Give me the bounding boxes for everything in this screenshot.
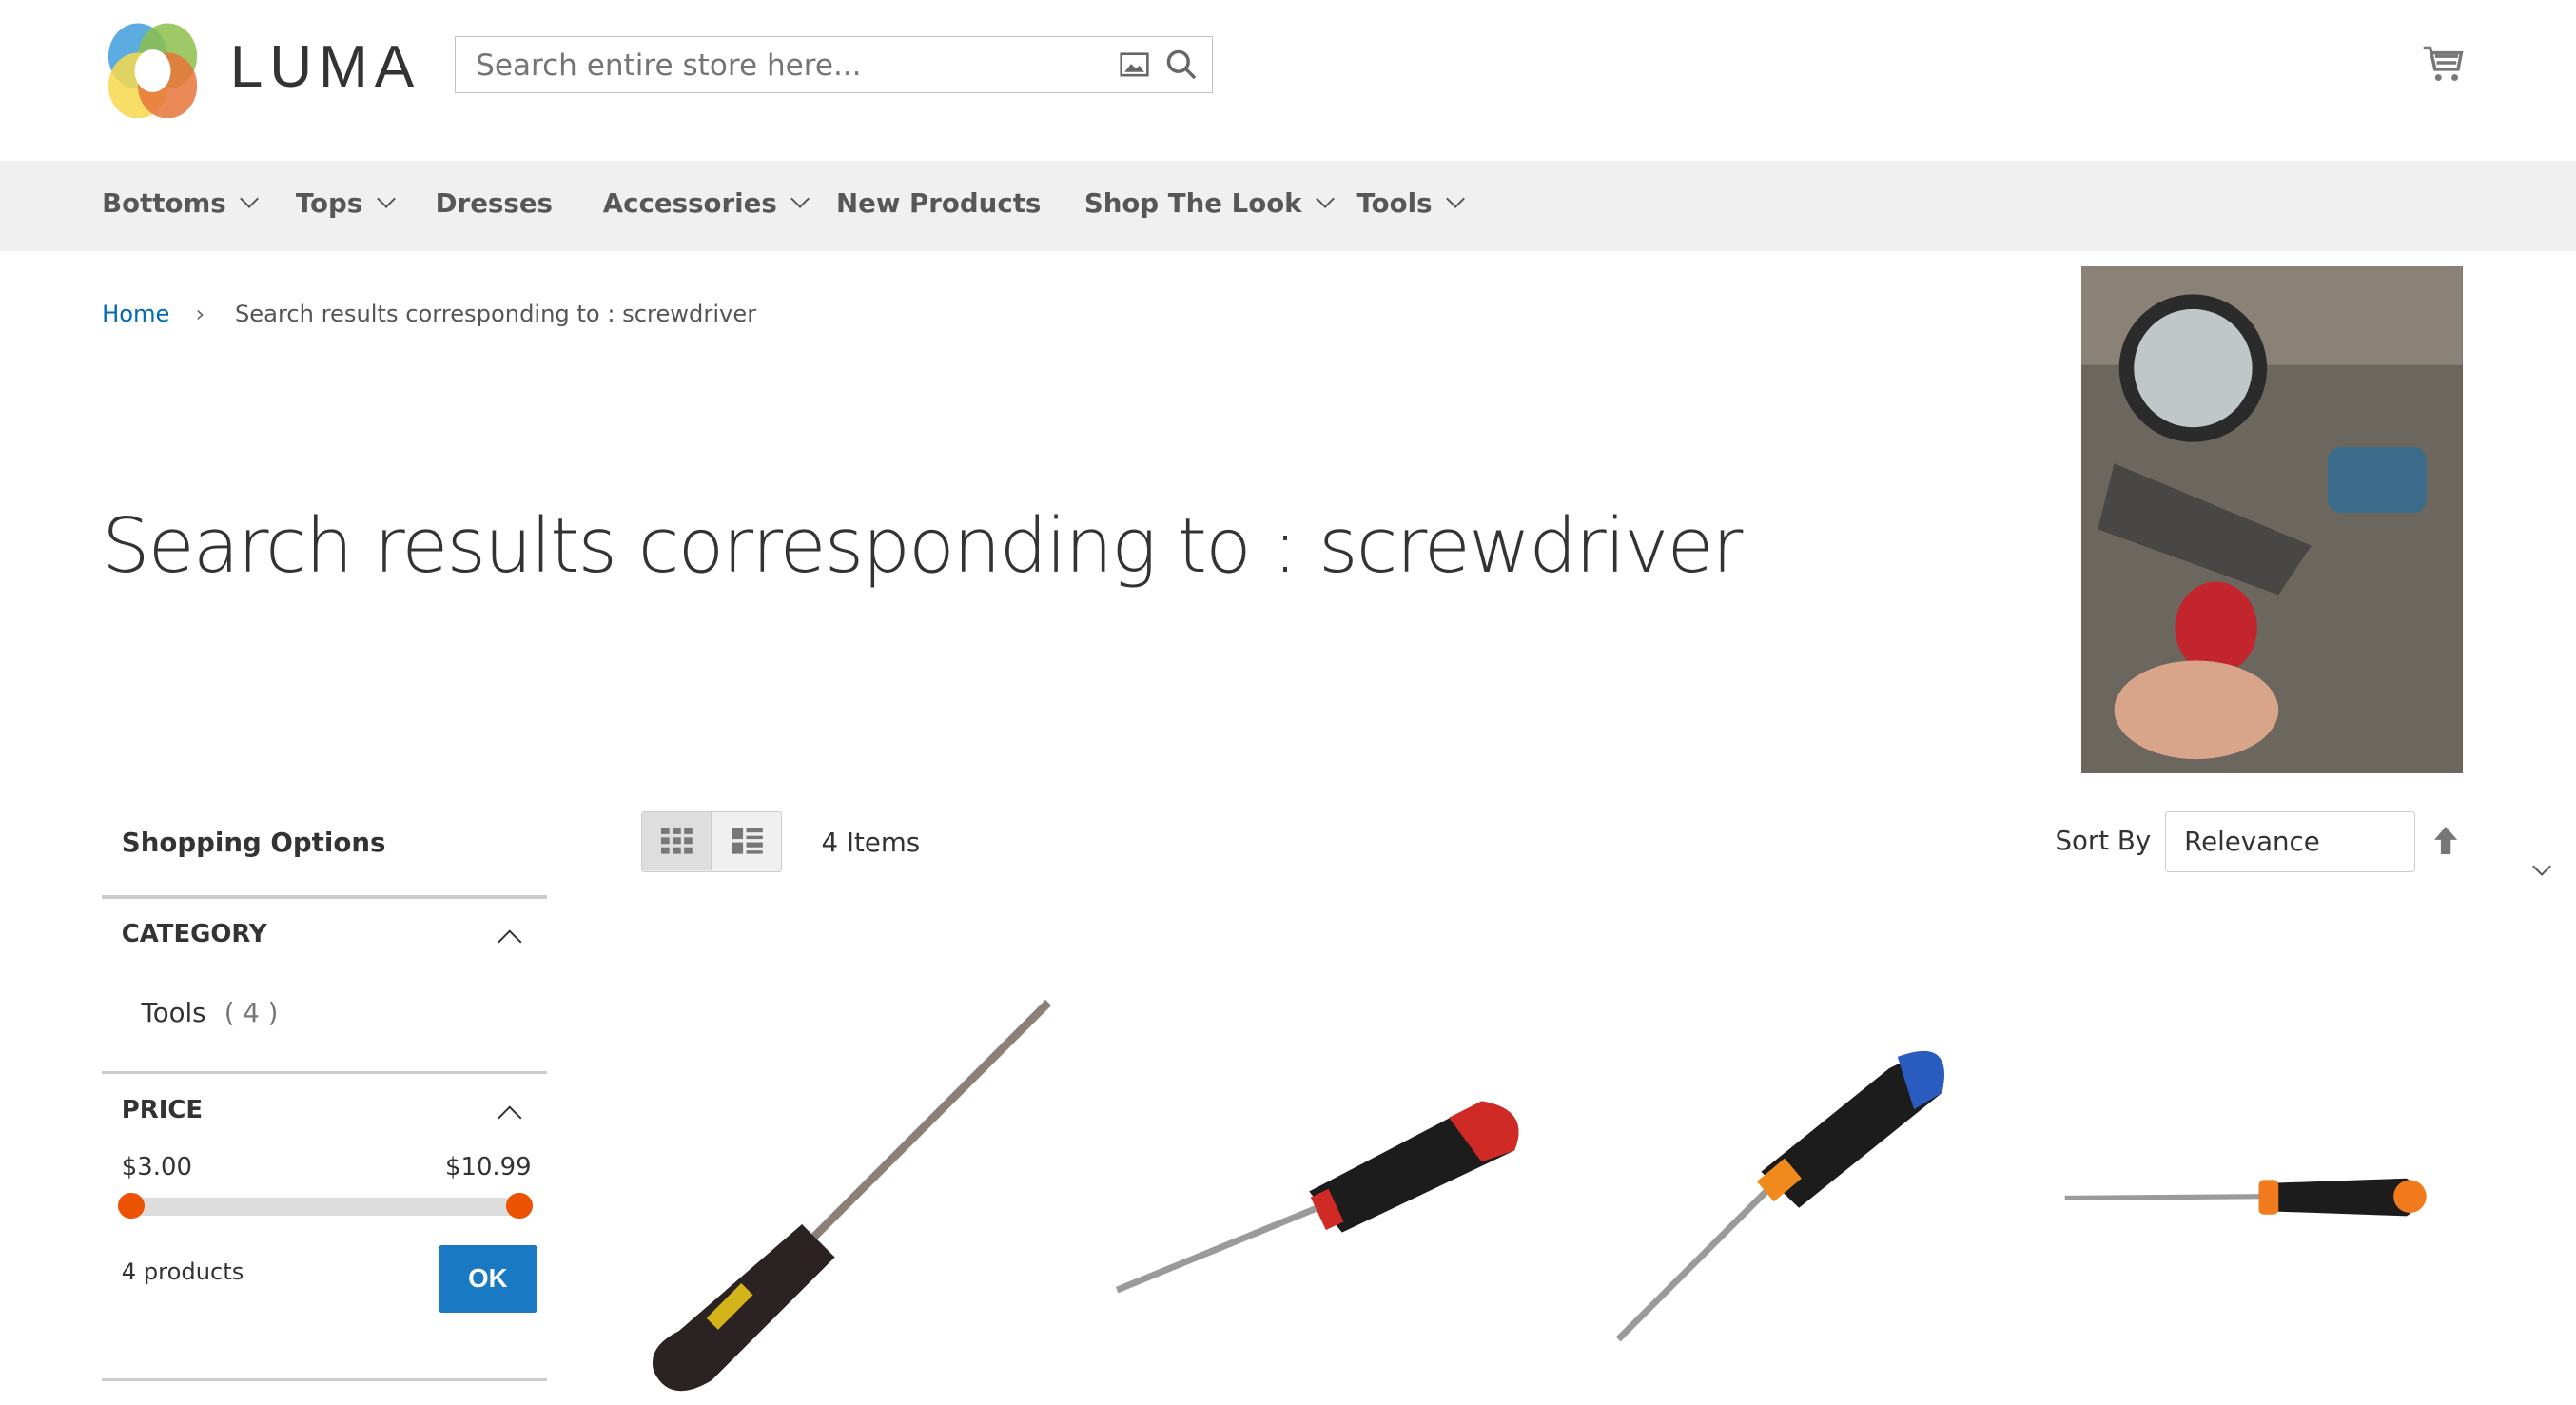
chevron-up-icon[interactable] [498,1105,521,1129]
nav-label: Bottoms [102,186,226,219]
price-product-count: 4 products [121,1258,244,1285]
price-max: $10.99 [445,1153,532,1182]
nav-label: Tops [295,186,363,219]
search-icon[interactable] [1165,49,1199,88]
category-count: ( 4 ) [224,997,279,1029]
main-nav: Bottoms Tops Dresses Accessories New Pro… [0,161,2576,252]
search-box[interactable] [455,35,1213,94]
product-image-2[interactable] [1112,978,1523,1405]
product-image-3[interactable] [1577,978,1988,1405]
nav-label: New Products [836,186,1042,219]
chevron-up-icon[interactable] [498,929,521,954]
sort-by-label: Sort By [2055,824,2152,856]
items-count: 4 Items [821,826,921,858]
nav-item-dresses[interactable]: Dresses [436,187,553,219]
nav-label: Accessories [602,186,777,219]
product-image-1[interactable] [646,978,1057,1405]
chevron-down-icon [1315,188,1335,208]
luma-logo-icon[interactable] [102,20,204,126]
chevron-down-icon [376,188,396,208]
breadcrumb-separator-icon: › [195,301,205,328]
divider [102,1071,548,1075]
price-min: $3.00 [121,1153,192,1182]
filter-price-heading: PRICE [121,1095,204,1124]
filter-category-heading: CATEGORY [121,920,267,949]
nav-label: Shop The Look [1083,186,1302,219]
price-ok-button[interactable]: OK [439,1245,537,1313]
divider [102,1377,548,1382]
nav-label: Dresses [435,186,553,219]
sidebar-title: Shopping Options [121,826,386,858]
grid-view-button[interactable] [641,812,712,870]
price-slider-max-handle[interactable] [505,1192,533,1220]
category-label: Tools [141,997,206,1029]
chevron-down-icon [2532,857,2552,877]
chevron-down-icon [790,188,810,208]
cart-icon[interactable] [2422,45,2465,90]
search-input[interactable] [472,47,1103,85]
price-slider-track[interactable] [121,1197,530,1216]
list-view-button[interactable] [712,812,782,869]
grid-icon [661,827,693,854]
image-search-icon[interactable] [1120,52,1149,84]
breadcrumb-current: Search results corresponding to : screwd… [234,301,757,328]
sort-value: Relevance [2184,825,2320,857]
chevron-down-icon [1445,188,1465,208]
filter-price-header[interactable]: PRICE [102,1089,547,1135]
product-image-4[interactable] [2045,978,2456,1405]
view-mode-switcher [640,811,783,873]
category-item-tools[interactable]: Tools ( 4 ) [142,997,279,1028]
sort-select[interactable]: Relevance [2165,811,2552,877]
promo-image [2081,265,2463,774]
filter-category-header[interactable]: CATEGORY [102,913,547,959]
list-icon [732,827,764,854]
sort-direction-arrow-icon[interactable] [2434,826,2458,861]
divider [102,895,548,899]
page-title: Search results corresponding to : screwd… [102,500,1743,590]
nav-item-bottoms[interactable]: Bottoms [102,186,259,219]
nav-item-tools[interactable]: Tools [1356,186,1465,219]
nav-item-tops[interactable]: Tops [295,186,396,219]
nav-item-shop-the-look[interactable]: Shop The Look [1083,186,1335,219]
nav-item-accessories[interactable]: Accessories [602,186,810,219]
logo-text: LUMA [229,33,421,100]
breadcrumb-home[interactable]: Home [102,301,169,327]
price-slider-min-handle[interactable] [118,1192,145,1220]
chevron-down-icon [240,188,259,208]
nav-item-new-products[interactable]: New Products [836,187,1041,219]
nav-label: Tools [1356,186,1433,219]
